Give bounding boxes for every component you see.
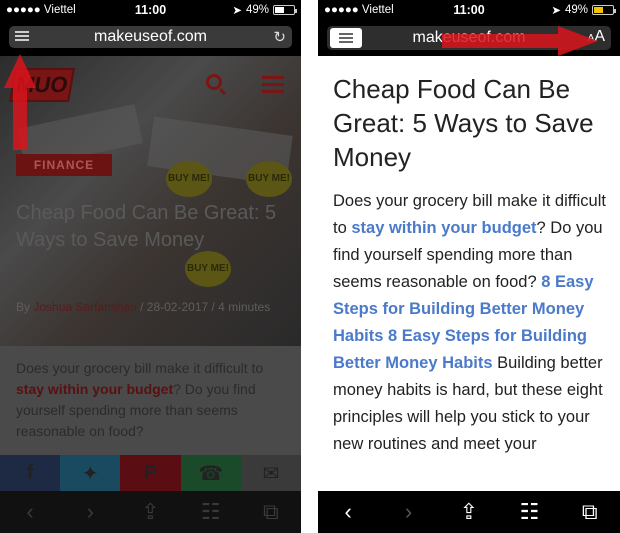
byline: By Joshua Sarfanshan / 28-02-2017 / 4 mi…	[16, 300, 291, 314]
safari-toolbar: ‹ › ⇪ ☷ ⧉	[318, 491, 620, 533]
author-link[interactable]: Joshua Sarfanshan	[33, 300, 136, 314]
address-bar[interactable]: makeuseof.com ↻	[9, 26, 292, 48]
budget-link[interactable]: stay within your budget	[16, 381, 173, 397]
whatsapp-share-button[interactable]: ☎	[180, 455, 241, 491]
battery-icon	[592, 5, 616, 15]
article-body: Does your grocery bill make it difficult…	[333, 188, 606, 458]
pinterest-share-button[interactable]: P	[120, 455, 181, 491]
back-icon[interactable]: ‹	[328, 499, 368, 525]
category-badge[interactable]: FINANCE	[16, 154, 112, 176]
clock: 11:00	[453, 3, 485, 17]
hero-image: MUO FINANCE BUY ME! BUY ME! BUY ME! Chea…	[0, 56, 301, 346]
address-bar[interactable]: makeuseof.com AA	[327, 26, 611, 50]
url-text: makeuseof.com	[94, 28, 207, 45]
article-title: Cheap Food Can Be Great: 5 Ways to Save …	[333, 74, 594, 172]
budget-link[interactable]: stay within your budget	[351, 219, 536, 237]
bookmarks-icon[interactable]: ☷	[191, 499, 231, 525]
reader-view-icon[interactable]	[330, 28, 362, 48]
battery-icon	[273, 5, 297, 15]
safari-toolbar: ‹ › ⇪ ☷ ⧉	[0, 491, 301, 533]
read-time: / 4 minutes	[211, 300, 271, 314]
share-bar: f ✦ P ☎ ✉	[0, 455, 301, 491]
clock: 11:00	[134, 3, 167, 17]
publish-date: / 28-02-2017	[140, 300, 209, 314]
hamburger-menu-icon[interactable]	[262, 76, 284, 97]
buy-me-sign: BUY ME!	[185, 251, 231, 287]
text-size-icon[interactable]: AA	[588, 28, 605, 46]
byline-prefix: By	[16, 300, 31, 314]
status-bar: ●●●●● Viettel 11:00 ➤ 49%	[318, 0, 620, 20]
tabs-icon[interactable]: ⧉	[251, 499, 291, 525]
buy-me-sign: BUY ME!	[246, 161, 292, 197]
twitter-share-button[interactable]: ✦	[60, 455, 121, 491]
status-bar: ●●●●● Viettel 11:00 ➤ 49%	[0, 0, 301, 20]
share-icon[interactable]: ⇪	[449, 499, 489, 525]
site-logo[interactable]: MUO	[9, 68, 75, 102]
facebook-share-button[interactable]: f	[0, 455, 61, 491]
left-phone-screen: ●●●●● Viettel 11:00 ➤ 49% makeuseof.com …	[0, 0, 301, 533]
share-icon[interactable]: ⇪	[130, 499, 170, 525]
reader-view-icon[interactable]	[15, 31, 29, 43]
article-text: Does your grocery bill make it difficult…	[16, 360, 264, 376]
bookmarks-icon[interactable]: ☷	[509, 499, 549, 525]
url-text: makeuseof.com	[412, 29, 526, 46]
reader-article: Cheap Food Can Be Great: 5 Ways to Save …	[333, 72, 606, 458]
back-icon[interactable]: ‹	[10, 499, 50, 525]
search-icon[interactable]	[206, 74, 222, 90]
buy-me-sign: BUY ME!	[166, 161, 212, 197]
forward-icon[interactable]: ›	[70, 499, 110, 525]
article-title[interactable]: Cheap Food Can Be Great: 5 Ways to Save …	[16, 200, 289, 254]
email-share-button[interactable]: ✉	[240, 455, 301, 491]
reload-icon[interactable]: ↻	[273, 28, 286, 46]
forward-icon[interactable]: ›	[389, 499, 429, 525]
webpage-content: MUO FINANCE BUY ME! BUY ME! BUY ME! Chea…	[0, 56, 301, 491]
tabs-icon[interactable]: ⧉	[570, 499, 610, 525]
right-phone-screen: ●●●●● Viettel 11:00 ➤ 49% makeuseof.com …	[318, 0, 620, 533]
